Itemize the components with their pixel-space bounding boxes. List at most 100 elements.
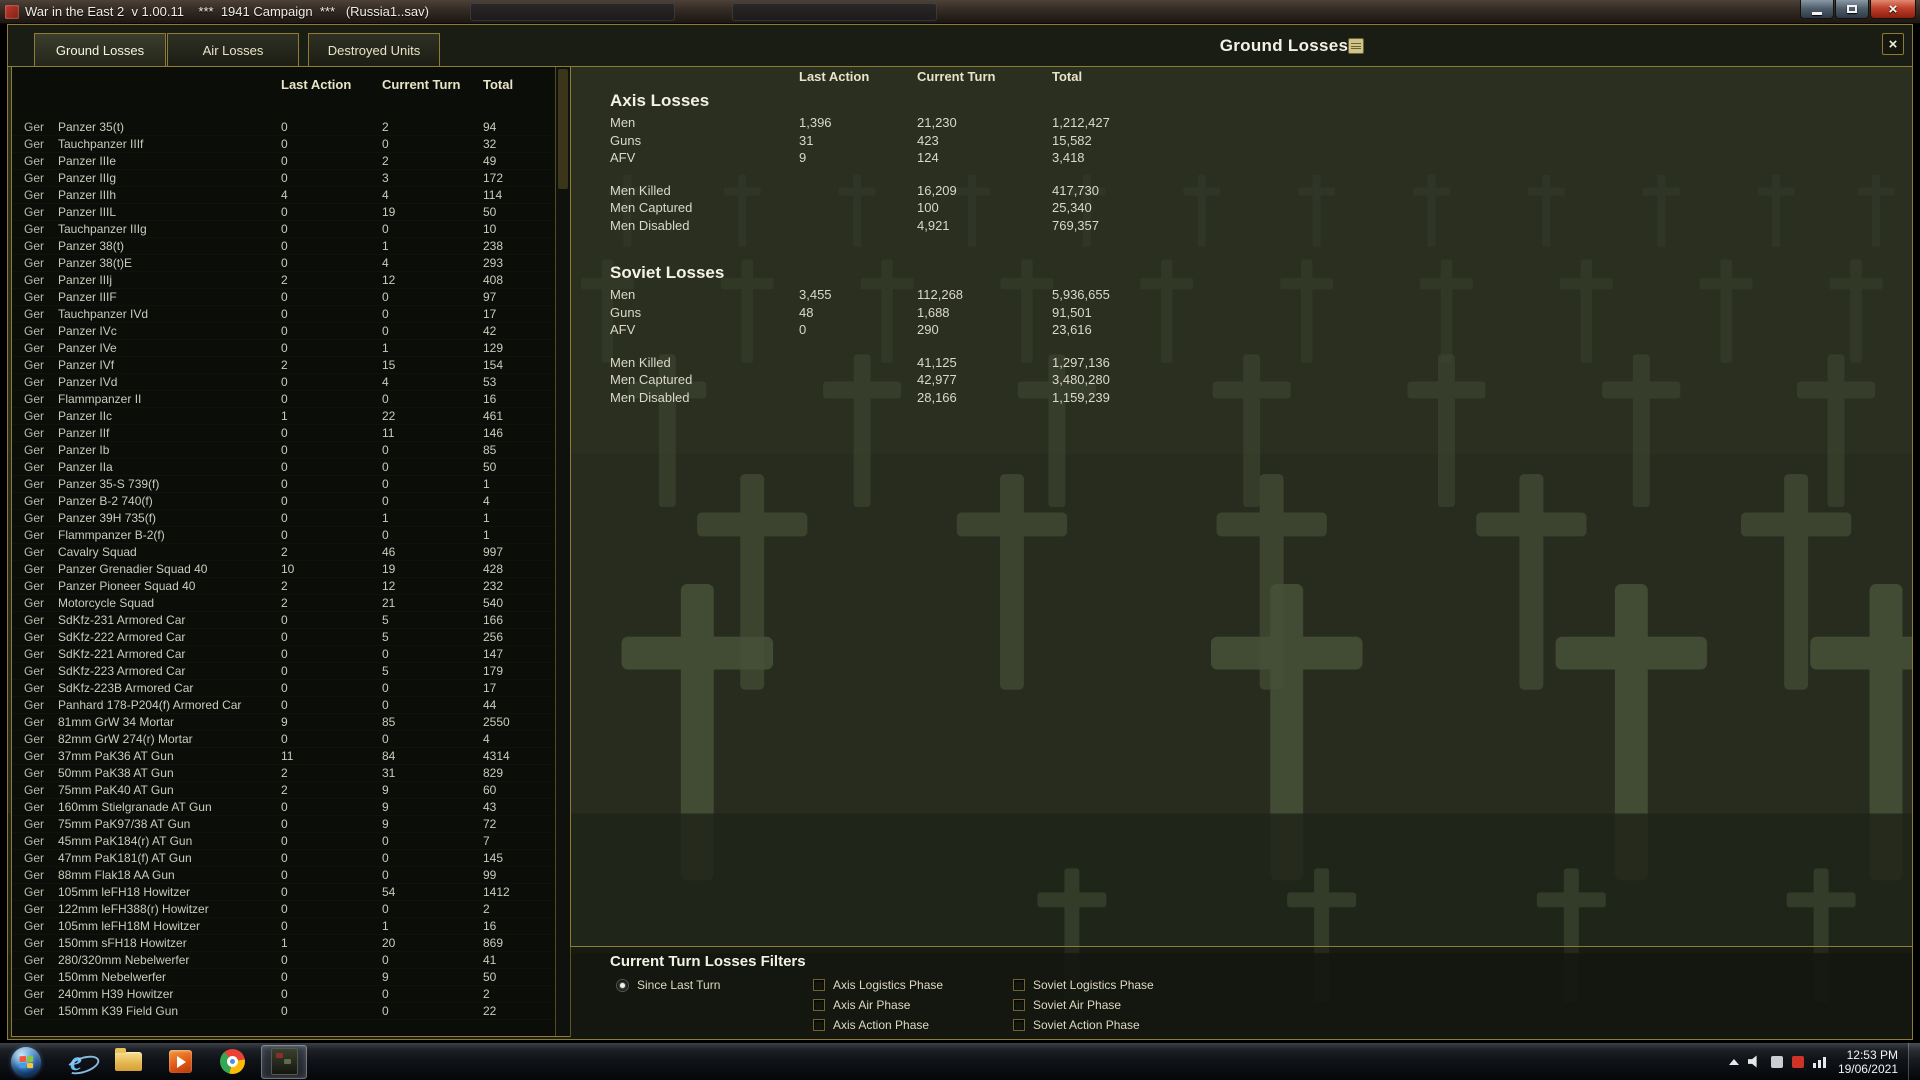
unit-nationality: Ger — [24, 1004, 45, 1018]
last-action-value: 9 — [799, 150, 807, 165]
unit-name: Panzer Ib — [58, 443, 110, 457]
checkbox-label: Soviet Action Phase — [1033, 1018, 1140, 1032]
unit-nationality: Ger — [24, 800, 45, 814]
unit-nationality: Ger — [24, 613, 45, 627]
total-value: 2 — [483, 902, 490, 916]
window-title: War in the East 2 v 1.00.11 *** 1941 Cam… — [25, 4, 429, 19]
taskbar-media-player-button[interactable] — [157, 1045, 203, 1079]
total-value: 16 — [483, 392, 497, 406]
last-action-value: 0 — [281, 698, 288, 712]
summary-row: Men Killed 41,125 1,297,136 — [610, 355, 1610, 373]
tray-red-app-icon[interactable] — [1791, 1055, 1804, 1068]
taskbar-start-button[interactable] — [5, 1045, 47, 1079]
taskbar-file-explorer-button[interactable] — [105, 1045, 151, 1079]
unit-loss-row: Ger 37mm PaK36 AT Gun 11 84 4314 — [12, 748, 554, 765]
taskbar-internet-explorer-button[interactable]: e — [53, 1045, 99, 1079]
current-turn-value: 2 — [382, 120, 389, 134]
unit-loss-row: Ger Panzer Ib 0 0 85 — [12, 442, 554, 459]
minimize-button[interactable] — [1800, 0, 1834, 19]
clock[interactable]: 12:53 PM 19/06/2021 — [1838, 1048, 1898, 1076]
unit-loss-row: Ger Panzer Pioneer Squad 40 2 12 232 — [12, 578, 554, 595]
close-window-button[interactable]: × — [1870, 0, 1916, 19]
current-turn-value: 11 — [382, 426, 395, 440]
unit-name: 105mm leFH18 Howitzer — [58, 885, 191, 899]
taskbar-war-in-the-east-2-button[interactable] — [261, 1044, 307, 1079]
internet-explorer-icon: e — [70, 1046, 82, 1076]
scrollbar[interactable] — [555, 67, 570, 1036]
folder-icon — [114, 1048, 142, 1071]
dialog-close-button[interactable]: × — [1882, 33, 1904, 55]
checkbox-soviet-logistics-phase[interactable] — [1013, 979, 1025, 991]
scrollbar-thumb[interactable] — [558, 69, 568, 189]
taskbar-chrome-button[interactable] — [209, 1045, 255, 1079]
current-turn-value: 0 — [382, 681, 389, 695]
current-turn-value: 21,230 — [917, 115, 957, 130]
unit-loss-row: Ger Panzer IIIh 4 4 114 — [12, 187, 554, 204]
show-desktop-button[interactable] — [1908, 1043, 1920, 1080]
unit-name: Panzer 35-S 739(f) — [58, 477, 160, 491]
summary-label: Guns — [610, 132, 642, 148]
last-action-value: 0 — [281, 817, 288, 831]
unit-loss-row: Ger 82mm GrW 274(r) Mortar 0 0 4 — [12, 731, 554, 748]
total-value: 2550 — [483, 715, 510, 729]
total-value: 172 — [483, 171, 504, 185]
network-icon[interactable] — [1812, 1056, 1826, 1068]
maximize-icon — [1847, 5, 1857, 13]
tray-app-icon[interactable] — [1770, 1055, 1783, 1068]
unit-nationality: Ger — [24, 545, 45, 559]
current-turn-value: 4 — [382, 375, 389, 389]
current-turn-value: 2 — [382, 154, 389, 168]
unit-loss-row: Ger Panzer 38(t) 0 1 238 — [12, 238, 554, 255]
checkbox-axis-air-phase[interactable] — [813, 999, 825, 1011]
current-turn-value: 0 — [382, 494, 389, 508]
notes-icon[interactable] — [1348, 38, 1364, 54]
current-turn-value: 290 — [917, 322, 939, 337]
checkbox-label: Axis Air Phase — [833, 998, 911, 1012]
unit-nationality: Ger — [24, 953, 45, 967]
unit-nationality: Ger — [24, 647, 45, 661]
tab-air-losses[interactable]: Air Losses — [167, 33, 299, 67]
unit-loss-row: Ger 160mm Stielgranade AT Gun 0 9 43 — [12, 799, 554, 816]
total-value: 25,340 — [1052, 200, 1092, 215]
unit-nationality: Ger — [24, 290, 45, 304]
unit-nationality: Ger — [24, 460, 45, 474]
last-action-value: 0 — [281, 630, 288, 644]
last-action-value: 2 — [281, 273, 288, 287]
unit-loss-row: Ger SdKfz-223B Armored Car 0 0 17 — [12, 680, 554, 697]
unit-nationality: Ger — [24, 392, 45, 406]
unit-nationality: Ger — [24, 817, 45, 831]
current-turn-value: 0 — [382, 137, 389, 151]
maximize-button[interactable] — [1835, 0, 1869, 19]
chevron-up-icon[interactable] — [1728, 1058, 1739, 1065]
window-titlebar[interactable]: War in the East 2 v 1.00.11 *** 1941 Cam… — [0, 0, 1920, 24]
unit-nationality: Ger — [24, 596, 45, 610]
current-turn-value: 0 — [382, 222, 389, 236]
checkbox-soviet-air-phase[interactable] — [1013, 999, 1025, 1011]
since-last-turn-radio[interactable] — [616, 978, 629, 992]
unit-nationality: Ger — [24, 834, 45, 848]
total-value: 1,212,427 — [1052, 115, 1110, 130]
checkbox-axis-action-phase[interactable] — [813, 1019, 825, 1031]
unit-loss-row: Ger SdKfz-222 Armored Car 0 5 256 — [12, 629, 554, 646]
unit-nationality: Ger — [24, 987, 45, 1001]
checkbox-axis-logistics-phase[interactable] — [813, 979, 825, 991]
total-value: 179 — [483, 664, 504, 678]
unit-loss-row: Ger Panzer IIa 0 0 50 — [12, 459, 554, 476]
total-value: 154 — [483, 358, 504, 372]
close-icon: × — [1888, 0, 1898, 18]
unit-name: Tauchpanzer IIIg — [58, 222, 147, 236]
last-action-value: 0 — [281, 443, 288, 457]
tab-destroyed-units[interactable]: Destroyed Units — [308, 33, 440, 67]
unit-name: 122mm leFH388(r) Howitzer — [58, 902, 209, 916]
unit-name: Panzer IIIe — [58, 154, 117, 168]
current-turn-value: 0 — [382, 307, 389, 321]
last-action-value: 0 — [281, 987, 288, 1001]
last-action-value: 2 — [281, 358, 288, 372]
volume-icon[interactable] — [1747, 1055, 1757, 1068]
summary-group-title: Axis Losses — [610, 91, 710, 110]
total-value: 94 — [483, 120, 497, 134]
checkbox-soviet-action-phase[interactable] — [1013, 1019, 1025, 1031]
last-action-value: 0 — [281, 324, 288, 338]
tab-ground-losses[interactable]: Ground Losses — [34, 33, 166, 67]
unit-name: Cavalry Squad — [58, 545, 137, 559]
